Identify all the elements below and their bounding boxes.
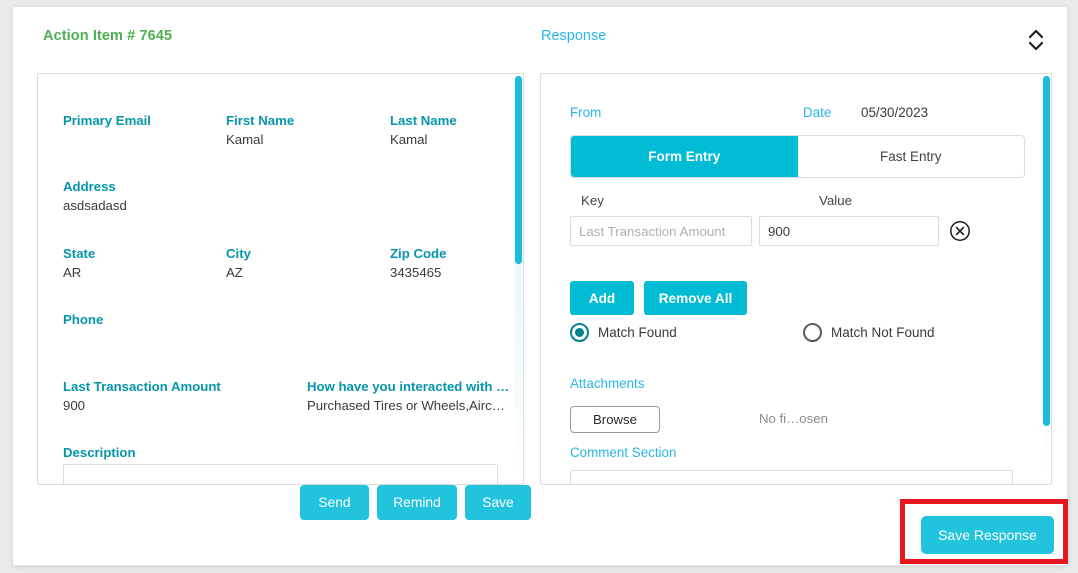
field-label-last-transaction-amount: Last Transaction Amount [63, 379, 221, 394]
field-value-last-name: Kamal [390, 132, 428, 147]
field-value-zip-code: 3435465 [390, 265, 442, 280]
no-file-chosen-text: No fi…osen [759, 411, 828, 426]
field-label-state: State [63, 246, 96, 261]
page-title: Action Item # 7645 [43, 28, 173, 44]
action-item-details-panel: Primary Email First Name Kamal Last Name… [37, 73, 524, 485]
value-input[interactable] [759, 216, 939, 246]
browse-button[interactable]: Browse [570, 406, 660, 433]
left-scrollbar-thumb[interactable] [515, 76, 522, 264]
description-textarea[interactable] [63, 464, 498, 484]
date-label: Date [803, 105, 832, 120]
field-value-city: AZ [226, 265, 243, 280]
radio-match-not-found-indicator[interactable] [803, 323, 822, 342]
save-response-button[interactable]: Save Response [921, 516, 1054, 554]
entry-mode-tabs: Form Entry Fast Entry [570, 135, 1025, 178]
field-label-zip-code: Zip Code [390, 246, 447, 261]
right-scrollbar-thumb[interactable] [1043, 76, 1050, 426]
left-panel-scrollbar[interactable] [514, 74, 523, 484]
field-label-description: Description [63, 445, 136, 460]
field-label-primary-email: Primary Email [63, 113, 151, 128]
field-label-interaction: How have you interacted with … [307, 379, 510, 394]
response-panel: From Date 05/30/2023 Form Entry Fast Ent… [540, 73, 1052, 485]
key-column-header: Key [581, 193, 604, 208]
field-label-address: Address [63, 179, 116, 194]
field-label-phone: Phone [63, 312, 104, 327]
action-item-fields: Primary Email First Name Kamal Last Name… [38, 74, 516, 484]
circle-close-icon[interactable] [949, 220, 971, 242]
remind-button[interactable]: Remind [377, 485, 457, 520]
radio-match-found-label: Match Found [598, 325, 677, 340]
tab-fast-entry[interactable]: Fast Entry [798, 136, 1025, 177]
date-value: 05/30/2023 [861, 105, 929, 120]
save-button[interactable]: Save [465, 485, 531, 520]
comment-section-label: Comment Section [570, 445, 677, 460]
radio-match-not-found[interactable]: Match Not Found [803, 323, 935, 342]
field-label-first-name: First Name [226, 113, 295, 128]
field-value-state: AR [63, 265, 82, 280]
right-panel-scrollbar[interactable] [1042, 74, 1051, 484]
save-response-highlight: Save Response [900, 499, 1068, 564]
radio-match-found-indicator[interactable] [570, 323, 589, 342]
app-root: Action Item # 7645 Response Primary Emai… [0, 0, 1078, 573]
response-link[interactable]: Response [541, 28, 606, 44]
response-form: From Date 05/30/2023 Form Entry Fast Ent… [541, 74, 1044, 484]
field-value-last-transaction-amount: 900 [63, 398, 86, 413]
radio-match-not-found-label: Match Not Found [831, 325, 935, 340]
chevron-up-down-icon[interactable] [1025, 27, 1047, 53]
remove-all-button[interactable]: Remove All [644, 281, 747, 315]
card-header: Action Item # 7645 Response [13, 7, 1069, 69]
add-button[interactable]: Add [570, 281, 634, 315]
from-label: From [570, 105, 602, 120]
value-column-header: Value [819, 193, 853, 208]
field-value-first-name: Kamal [226, 132, 264, 147]
field-label-last-name: Last Name [390, 113, 457, 128]
main-card: Action Item # 7645 Response Primary Emai… [12, 6, 1068, 566]
tab-form-entry[interactable]: Form Entry [571, 136, 798, 177]
field-value-address: asdsadasd [63, 198, 127, 213]
comment-textarea[interactable] [570, 470, 1013, 484]
radio-match-found[interactable]: Match Found [570, 323, 677, 342]
attachments-label: Attachments [570, 376, 645, 391]
key-input[interactable] [570, 216, 752, 246]
field-value-interaction: Purchased Tires or Wheels,Airc… [307, 398, 505, 413]
field-label-city: City [226, 246, 251, 261]
send-button[interactable]: Send [300, 485, 369, 520]
